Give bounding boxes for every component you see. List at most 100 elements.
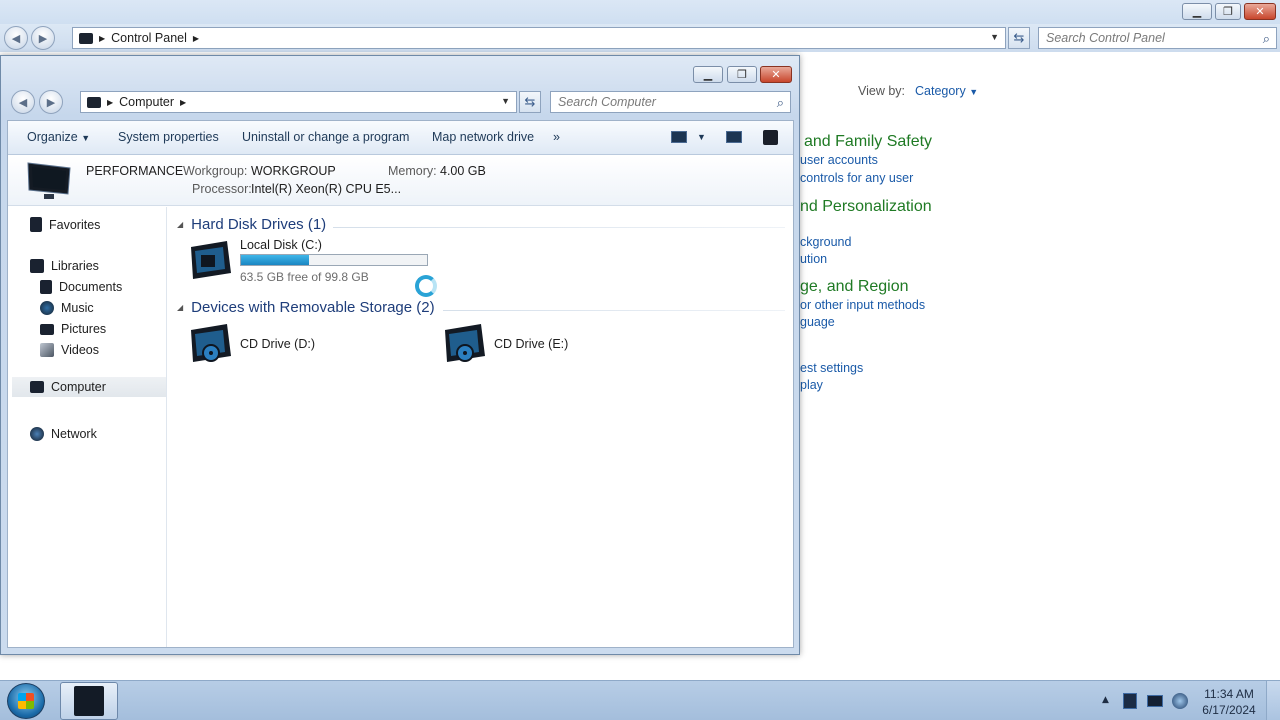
minimize-button[interactable]: ▁ [1182, 3, 1212, 20]
breadcrumb-chevron-icon[interactable]: ▶ [180, 98, 186, 107]
link-language[interactable]: guage [800, 315, 835, 329]
windows-logo-icon [18, 693, 34, 709]
organize-button[interactable]: Organize ▼ [27, 130, 90, 144]
map-network-drive-button[interactable]: Map network drive [432, 130, 534, 144]
nav-network-label: Network [51, 427, 97, 441]
computer-forward-button[interactable]: ▶ [39, 90, 63, 114]
link-input-methods[interactable]: or other input methods [800, 298, 925, 312]
system-properties-button[interactable]: System properties [118, 130, 219, 144]
computer-close-button[interactable]: ✕ [760, 66, 792, 83]
workgroup-label: Workgroup: [183, 164, 248, 178]
navigation-pane: Favorites Libraries Documents Music Pict… [8, 207, 167, 647]
nav-libraries[interactable]: Libraries [30, 259, 99, 273]
cd-drive-d-label[interactable]: CD Drive (D:) [240, 337, 315, 351]
local-disk-label[interactable]: Local Disk (C:) [240, 238, 322, 252]
cd-drive-e-label[interactable]: CD Drive (E:) [494, 337, 568, 351]
computer-minimize-button[interactable]: ▁ [693, 66, 723, 83]
back-button[interactable]: ◀ [4, 26, 28, 50]
category-heading-region[interactable]: ge, and Region [800, 278, 909, 296]
cd-drive-d-icon [191, 324, 231, 362]
computer-address-input[interactable]: ▶ Computer ▶ ▼ [80, 91, 517, 113]
nav-pictures-label: Pictures [61, 322, 107, 336]
address-dropdown-icon[interactable]: ▼ [501, 96, 510, 106]
computer-restore-button[interactable]: ❐ [727, 66, 757, 83]
hard-drive-icon [191, 241, 231, 279]
uninstall-program-button[interactable]: Uninstall or change a program [242, 130, 409, 144]
view-by-dropdown[interactable]: Category ▼ [915, 84, 978, 98]
view-by-label: View by: [858, 84, 906, 98]
computer-icon [87, 96, 101, 108]
search-icon[interactable]: ⌕ [1263, 31, 1270, 47]
view-options-chevron-icon[interactable]: ▼ [697, 132, 706, 142]
system-clock[interactable]: 11:34 AM 6/17/2024 [1190, 686, 1268, 718]
search-computer-input[interactable]: Search Computer ⌕ [550, 91, 791, 113]
breadcrumb-separator-icon[interactable]: ▶ [107, 98, 113, 107]
computer-refresh-button[interactable]: ⇆ [519, 91, 541, 113]
start-button[interactable] [7, 683, 45, 719]
search-icon[interactable]: ⌕ [777, 95, 784, 111]
refresh-button[interactable]: ⇆ [1008, 27, 1030, 49]
nav-network[interactable]: Network [30, 427, 97, 441]
nav-documents[interactable]: Documents [40, 280, 122, 294]
action-center-icon[interactable] [1123, 693, 1137, 709]
show-desktop-button[interactable] [1266, 681, 1280, 720]
link-user-accounts[interactable]: user accounts [800, 153, 878, 167]
volume-icon[interactable] [1172, 693, 1188, 709]
local-disk-free-space: 63.5 GB free of 99.8 GB [240, 270, 369, 284]
chevron-down-icon: ▼ [81, 133, 91, 143]
tray-expand-icon[interactable]: ▲ [1102, 695, 1109, 705]
library-icon [30, 259, 44, 273]
nav-videos[interactable]: Videos [40, 343, 99, 357]
nav-libraries-label: Libraries [51, 259, 99, 273]
computer-content-frame: Organize ▼ System properties Uninstall o… [7, 120, 794, 648]
taskbar-computer-app[interactable] [60, 682, 118, 720]
group-hard-disk-drives[interactable]: ◢ Hard Disk Drives (1) [177, 216, 326, 233]
local-disk-capacity-bar [240, 254, 428, 266]
collapse-triangle-icon[interactable]: ◢ [177, 220, 183, 229]
link-suggest-settings[interactable]: est settings [800, 361, 863, 375]
back-arrow-icon: ◀ [18, 95, 28, 109]
minimize-icon: ▁ [1192, 5, 1202, 18]
change-view-icon[interactable] [671, 131, 687, 143]
preview-pane-icon[interactable] [726, 131, 742, 143]
memory-label: Memory: [388, 164, 437, 178]
category-heading-personalization[interactable]: nd Personalization [800, 198, 932, 216]
nav-music[interactable]: Music [40, 301, 94, 315]
more-commands-button[interactable]: » [553, 130, 560, 144]
forward-button[interactable]: ▶ [31, 26, 55, 50]
clock-time: 11:34 AM [1204, 687, 1254, 701]
network-globe-icon [30, 427, 44, 441]
close-button[interactable]: ✕ [1244, 3, 1276, 20]
breadcrumb-computer[interactable]: Computer [119, 95, 174, 109]
help-icon[interactable] [763, 130, 778, 145]
restore-icon: ❐ [737, 68, 747, 81]
minimize-icon: ▁ [703, 68, 713, 81]
link-background[interactable]: ckground [800, 235, 851, 249]
link-display[interactable]: play [800, 378, 823, 392]
collapse-triangle-icon[interactable]: ◢ [177, 303, 183, 312]
nav-favorites[interactable]: Favorites [30, 217, 100, 232]
group-removable-storage[interactable]: ◢ Devices with Removable Storage (2) [177, 299, 435, 316]
address-input[interactable]: ▶ Control Panel ▶ ▼ [72, 27, 1006, 49]
cd-drive-e-icon [445, 324, 485, 362]
control-panel-titlebar: ▁ ❐ ✕ [0, 0, 1280, 24]
computer-back-button[interactable]: ◀ [11, 90, 35, 114]
link-resolution[interactable]: ution [800, 252, 827, 266]
category-heading-family-safety[interactable]: and Family Safety [804, 133, 932, 151]
restore-button[interactable]: ❐ [1215, 3, 1241, 20]
link-parental-controls[interactable]: controls for any user [800, 171, 913, 185]
network-tray-icon[interactable] [1147, 695, 1163, 707]
nav-computer[interactable]: Computer [12, 377, 166, 397]
computer-icon [30, 381, 44, 393]
breadcrumb-separator-icon[interactable]: ▶ [99, 34, 105, 43]
search-control-panel-input[interactable]: Search Control Panel ⌕ [1038, 27, 1277, 49]
nav-pictures[interactable]: Pictures [40, 322, 106, 336]
forward-arrow-icon: ▶ [38, 31, 48, 45]
breadcrumb-control-panel[interactable]: Control Panel [111, 31, 187, 45]
refresh-icon: ⇆ [524, 94, 536, 110]
forward-arrow-icon: ▶ [46, 95, 56, 109]
drives-content-area: ◢ Hard Disk Drives (1) Local Disk (C:) 6… [168, 207, 793, 647]
refresh-icon: ⇆ [1013, 30, 1025, 46]
address-dropdown-icon[interactable]: ▼ [990, 32, 999, 42]
breadcrumb-chevron-icon[interactable]: ▶ [193, 34, 199, 43]
